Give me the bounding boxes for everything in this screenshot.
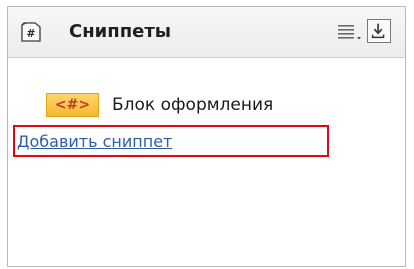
download-icon[interactable] <box>367 19 391 43</box>
hash-tag-icon: # <box>21 22 41 42</box>
add-snippet-link[interactable]: Добавить сниппет <box>17 132 172 152</box>
panel-title: Сниппеты <box>69 21 172 42</box>
snippet-tag-badge: <#> <box>46 93 99 117</box>
snippet-item[interactable]: <#> Блок оформления <box>46 92 273 118</box>
snippet-label: Блок оформления <box>112 95 274 115</box>
list-menu-icon[interactable] <box>336 20 362 44</box>
snippets-panel: # Сниппеты <#> Блок оформления Добавить … <box>7 6 406 267</box>
panel-header: # Сниппеты <box>8 7 405 58</box>
svg-text:#: # <box>26 27 35 40</box>
